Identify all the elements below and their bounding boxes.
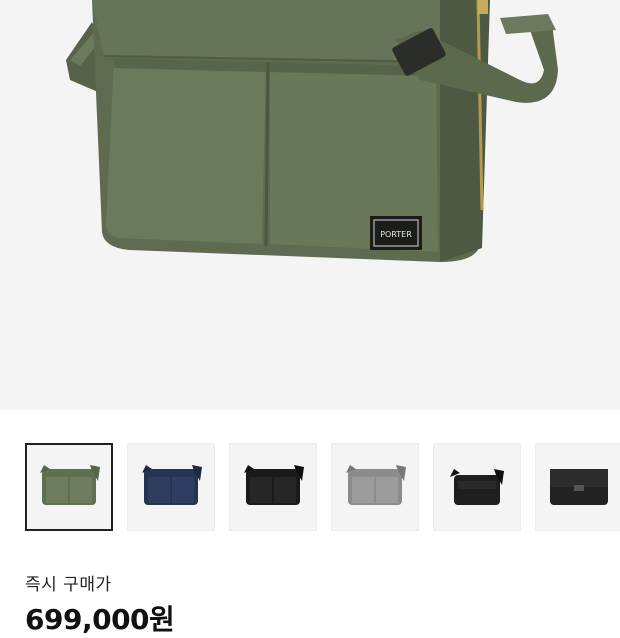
bag-thumbnail-icon [40, 465, 100, 505]
thumbnail-strip [25, 443, 620, 533]
bag-thumbnail-icon [142, 465, 202, 505]
bag-thumbnail-icon [450, 469, 504, 505]
thumbnail-silver-gray[interactable] [331, 443, 419, 531]
thumbnail-sage-green[interactable] [25, 443, 113, 531]
instant-buy-price-label: 즉시 구매가 [25, 575, 112, 595]
bag-thumbnail-icon [346, 465, 406, 505]
thumbnail-black[interactable] [229, 443, 317, 531]
bag-thumbnail-icon [244, 465, 304, 505]
instant-buy-price: 699,000원 [25, 603, 175, 636]
thumbnail-black-small[interactable] [433, 443, 521, 531]
bag-thumbnail-icon [550, 469, 608, 505]
product-hero-image[interactable]: PORTER [0, 0, 620, 410]
shoulder-bag-image: PORTER [66, 0, 558, 262]
thumbnail-navy[interactable] [127, 443, 215, 531]
svg-text:PORTER: PORTER [380, 230, 412, 239]
thumbnail-black-messenger[interactable] [535, 443, 620, 531]
